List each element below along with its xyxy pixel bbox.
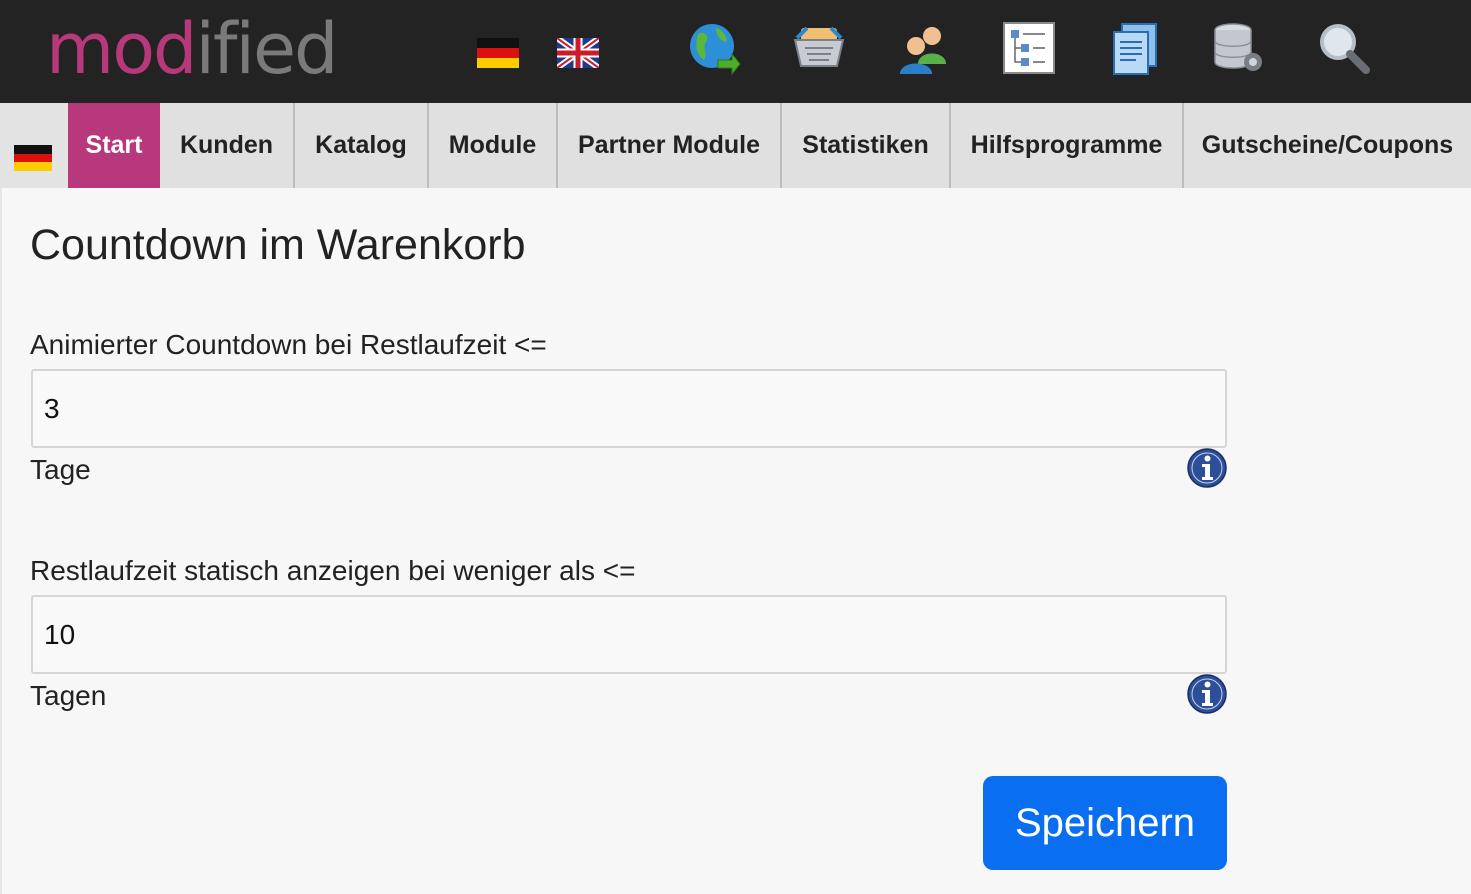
category-tree-icon[interactable] <box>1001 20 1057 76</box>
save-button[interactable]: Speichern <box>983 776 1227 870</box>
documents-icon[interactable] <box>1106 20 1162 76</box>
globe-icon[interactable] <box>686 20 742 76</box>
nav-item-start[interactable]: Start <box>68 103 160 188</box>
animated-countdown-unit: Tage <box>30 454 91 485</box>
static-remaining-input[interactable] <box>31 595 1227 674</box>
static-remaining-label: Restlaufzeit statisch anzeigen bei wenig… <box>30 555 636 586</box>
nav-item-module[interactable]: Module <box>429 103 558 188</box>
nav-item-gutscheine-coupons[interactable]: Gutscheine/Coupons <box>1184 103 1471 188</box>
animated-countdown-input[interactable] <box>31 369 1227 448</box>
page-title: Countdown im Warenkorb <box>30 221 526 269</box>
customers-icon[interactable] <box>896 20 952 76</box>
language-indicator[interactable] <box>0 103 68 188</box>
logo-text-part2: ified <box>195 8 338 90</box>
top-bar: modified <box>0 0 1471 103</box>
nav-item-hilfsprogramme[interactable]: Hilfsprogramme <box>951 103 1184 188</box>
german-flag-icon[interactable] <box>477 38 519 68</box>
uk-flag-icon[interactable] <box>557 38 599 68</box>
nav-item-katalog[interactable]: Katalog <box>295 103 429 188</box>
german-flag-icon <box>14 145 52 171</box>
info-icon[interactable] <box>1187 448 1227 488</box>
database-settings-icon[interactable] <box>1211 20 1267 76</box>
search-icon[interactable] <box>1316 20 1372 76</box>
nav-item-partner-module[interactable]: Partner Module <box>558 103 782 188</box>
nav-item-kunden[interactable]: Kunden <box>160 103 295 188</box>
nav-item-statistiken[interactable]: Statistiken <box>782 103 951 188</box>
shopping-basket-icon[interactable] <box>791 20 847 76</box>
logo-text-part1: mod <box>46 8 197 90</box>
info-icon[interactable] <box>1187 674 1227 714</box>
content-panel: Countdown im Warenkorb Animierter Countd… <box>0 188 1471 894</box>
animated-countdown-label: Animierter Countdown bei Restlaufzeit <= <box>30 329 547 360</box>
static-remaining-unit: Tagen <box>30 680 107 711</box>
main-nav: Start Kunden Katalog Module Partner Modu… <box>0 103 1471 188</box>
logo[interactable]: modified <box>46 14 339 84</box>
